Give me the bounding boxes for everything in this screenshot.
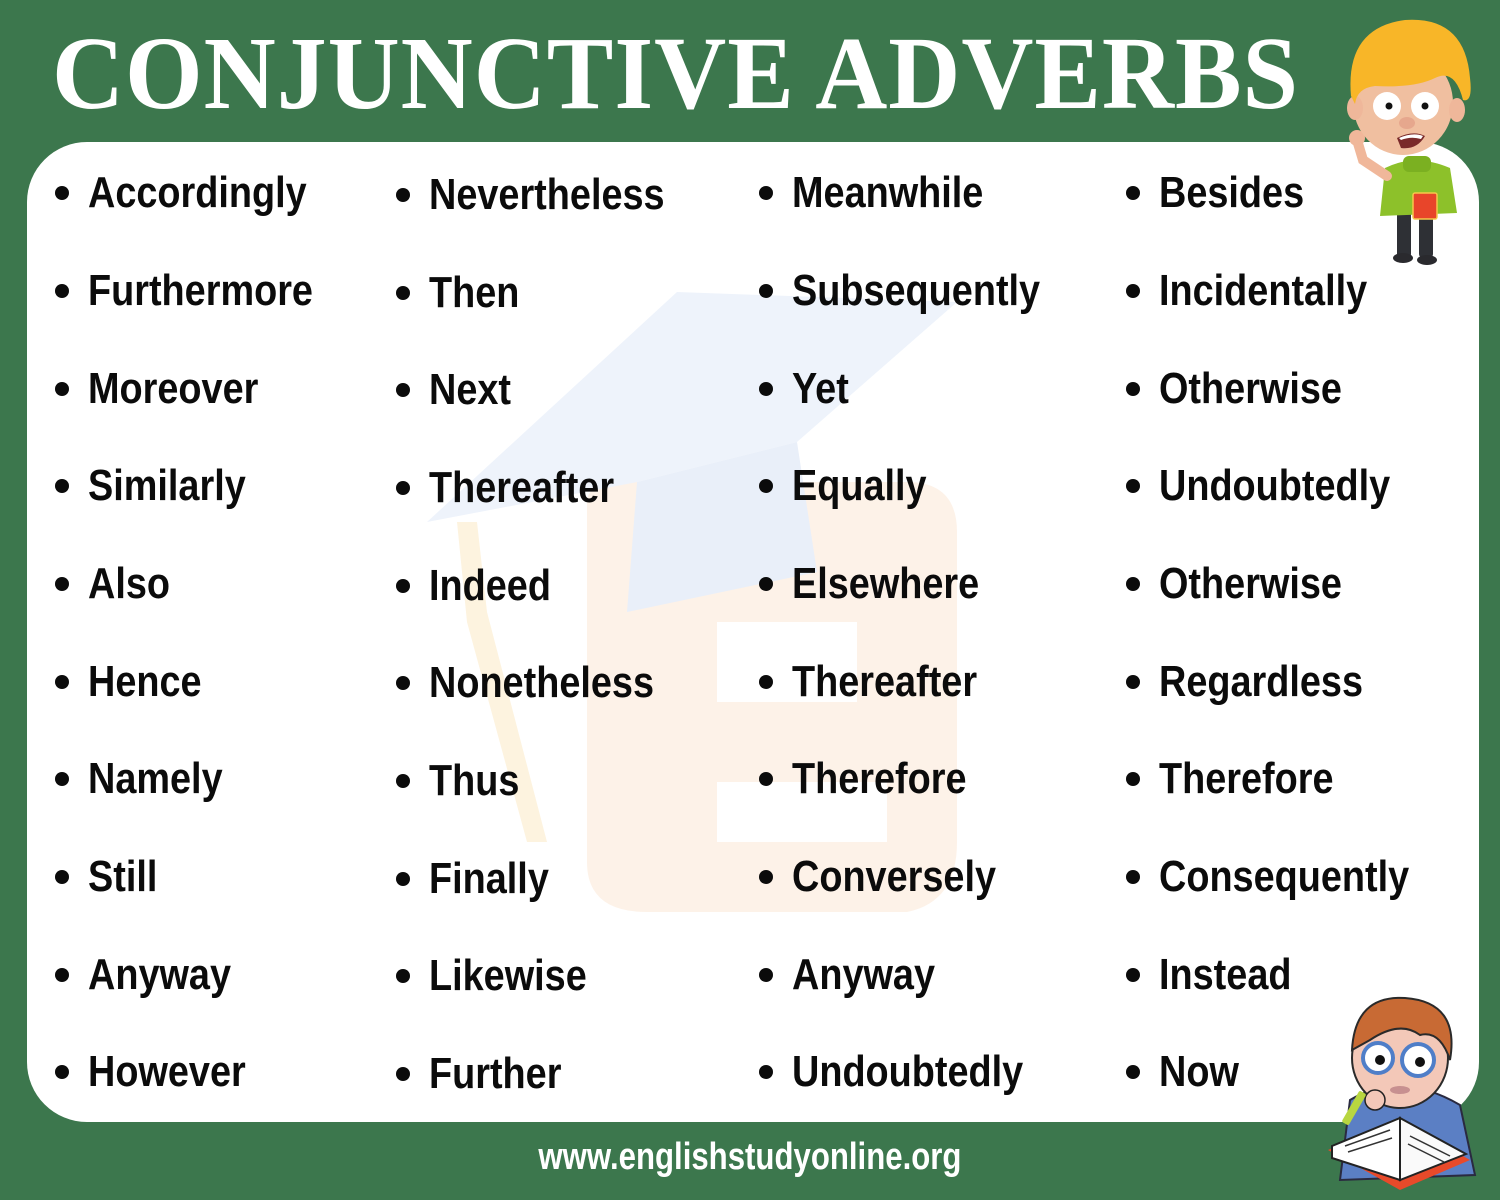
list-item: Likewise [396,927,612,1025]
list-item: Therefore [1126,730,1362,828]
list-item: Yet [759,340,858,438]
cartoon-boy-icon [1347,19,1471,265]
list-item: Undoubtedly [759,1023,1061,1121]
bullet-icon [55,577,69,591]
bullet-icon [759,382,773,396]
bullet-icon [759,479,773,493]
bullet-icon [396,383,410,397]
list-item: Next [396,341,524,439]
list-item: Similarly [55,437,271,535]
list-item: Thus [396,732,534,830]
list-item: Finally [396,830,568,928]
bullet-icon [759,577,773,591]
bullet-icon [759,968,773,982]
list-item: Instead [1126,926,1313,1024]
list-item: Anyway [759,926,958,1024]
bullet-icon [55,479,69,493]
list-item: Anyway [55,926,254,1024]
list-item: Otherwise [1126,340,1372,438]
bullet-icon [55,186,69,200]
bullet-icon [55,968,69,982]
list-item: Accordingly [55,144,342,242]
word-list-card: Accordingly Furthermore Moreover Similar… [27,142,1479,1122]
list-item: Subsequently [759,242,1081,340]
bullet-icon [759,284,773,298]
list-item: Regardless [1126,633,1396,731]
bullet-icon [1126,479,1140,493]
bullet-icon [759,870,773,884]
bullet-icon [1126,1065,1140,1079]
list-item: Thereafter [396,439,644,537]
list-item: Besides [1126,144,1328,242]
bullet-icon [396,579,410,593]
bullet-icon [55,284,69,298]
list-item: Hence [55,633,220,731]
list-item: Also [55,535,183,633]
list-item: Therefore [759,730,995,828]
list-item: Otherwise [1126,535,1372,633]
list-item: Now [1126,1023,1252,1121]
list-item: Indeed [396,537,571,635]
bullet-icon [1126,382,1140,396]
bullet-icon [396,969,410,983]
bullet-icon [396,481,410,495]
bullet-icon [55,1065,69,1079]
list-item: Namely [55,730,245,828]
bullet-icon [1126,577,1140,591]
list-item: Meanwhile [759,144,1015,242]
list-item: Furthermore [55,242,350,340]
bullet-icon [759,675,773,689]
bullet-icon [759,1065,773,1079]
list-item: Nonetheless [396,634,691,732]
bullet-icon [396,774,410,788]
list-item: Moreover [55,340,286,438]
list-item: Nevertheless [396,146,703,244]
bullet-icon [396,872,410,886]
list-item: Elsewhere [759,535,1010,633]
bullet-icon [396,188,410,202]
bullet-icon [1126,675,1140,689]
bullet-icon [396,286,410,300]
list-item: Then [396,244,534,342]
bullet-icon [759,186,773,200]
bullet-icon [55,870,69,884]
bullet-icon [1126,284,1140,298]
bullet-icon [759,772,773,786]
bullet-icon [55,675,69,689]
website-url: www.englishstudyonline.org [538,1136,962,1178]
list-item: Equally [759,437,949,535]
bullet-icon [396,1067,410,1081]
list-item: Undoubtedly [1126,437,1428,535]
page-title: CONJUNCTIVE ADVERBS [52,16,1300,131]
bullet-icon [1126,968,1140,982]
bullet-icon [55,772,69,786]
bullet-icon [1126,186,1140,200]
bullet-icon [396,676,410,690]
bullet-icon [1126,870,1140,884]
list-item: Still [55,828,169,926]
list-item: Further [396,1025,583,1122]
list-item: Conversely [759,828,1029,926]
bullet-icon [55,382,69,396]
list-item: Consequently [1126,828,1450,926]
list-item: However [55,1023,271,1121]
bullet-icon [1126,772,1140,786]
list-item: Thereafter [759,633,1007,731]
